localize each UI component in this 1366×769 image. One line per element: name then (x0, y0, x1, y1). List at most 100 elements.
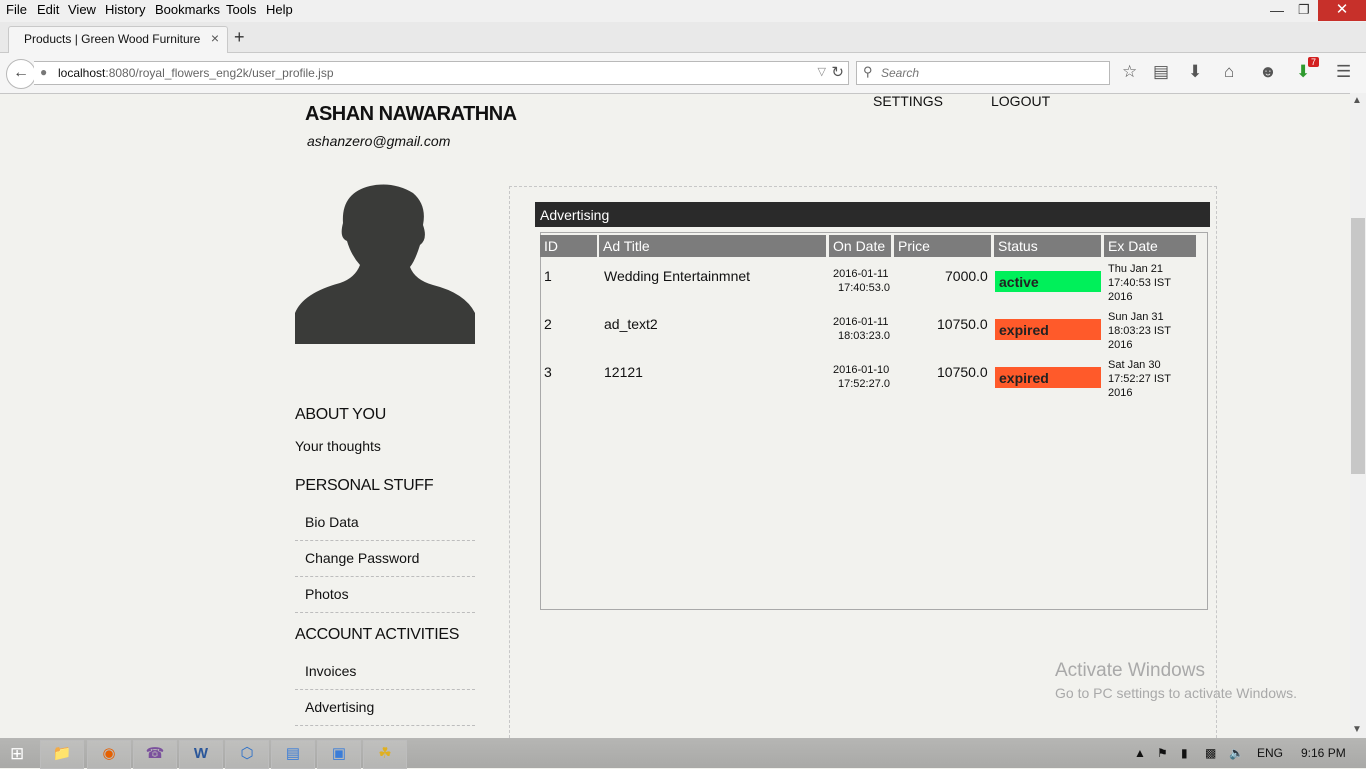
sidebar-item-change-password[interactable]: Change Password (295, 541, 475, 577)
menu-tools[interactable]: Tools (226, 2, 256, 17)
paint-icon[interactable]: ☘ (363, 740, 407, 769)
new-tab-icon[interactable]: + (234, 27, 245, 48)
search-box: ⚲ (856, 61, 1110, 85)
row-title[interactable]: 12121 (604, 364, 643, 380)
row-ex-day: Sun Jan 31 (1108, 311, 1164, 323)
col-status[interactable]: Status (994, 235, 1101, 257)
menu-history[interactable]: History (105, 2, 145, 17)
settings-link[interactable]: SETTINGS (873, 93, 943, 109)
menu-view[interactable]: View (68, 2, 96, 17)
menu-bookmarks[interactable]: Bookmarks (155, 2, 220, 17)
reading-list-icon[interactable]: ▤ (1153, 62, 1169, 82)
row-price: 10750.0 (937, 316, 988, 332)
menu-bar: File Edit View History Bookmarks Tools H… (0, 0, 1366, 22)
advertising-header: Advertising (535, 202, 1210, 227)
status-badge: expired (995, 367, 1101, 388)
row-price: 10750.0 (937, 364, 988, 380)
tray-expand-icon[interactable]: ▲ (1134, 746, 1146, 760)
hamburger-menu-icon[interactable]: ☰ (1336, 62, 1351, 82)
account-activities-heading: ACCOUNT ACTIVITIES (295, 626, 460, 643)
row-id: 2 (544, 316, 552, 332)
remote-desktop-icon[interactable]: ▣ (317, 740, 361, 769)
about-you-heading: ABOUT YOU (295, 406, 386, 423)
photo-viewer-icon[interactable]: ▤ (271, 740, 315, 769)
row-ex-year: 2016 (1108, 291, 1133, 303)
row-on-time: 17:40:53.0 (838, 282, 890, 294)
battery-icon[interactable]: ▮ (1181, 746, 1188, 760)
bookmark-star-icon[interactable]: ☆ (1122, 62, 1137, 82)
col-price[interactable]: Price (894, 235, 991, 257)
row-on-date: 2016-01-10 (833, 364, 890, 376)
row-ex-day: Sat Jan 30 (1108, 359, 1161, 371)
windows-start-icon[interactable]: ⊞ (10, 744, 24, 764)
col-ad-title[interactable]: Ad Title (599, 235, 826, 257)
sidebar-item-advertising[interactable]: Advertising (295, 690, 475, 726)
row-on-date: 2016-01-11 (833, 316, 889, 328)
sidebar-item-bio-data[interactable]: Bio Data (295, 505, 475, 541)
restore-icon[interactable]: ❐ (1298, 2, 1310, 18)
tab-title: Products | Green Wood Furniture (24, 32, 201, 46)
status-badge: expired (995, 319, 1101, 340)
home-icon[interactable]: ⌂ (1224, 62, 1234, 82)
minimize-icon[interactable]: — (1270, 2, 1284, 18)
download-icon[interactable]: ⬇ (1188, 62, 1202, 82)
network-signal-icon[interactable]: ▩ (1205, 746, 1216, 760)
user-name: ASHAN NAWARATHNA (305, 103, 517, 125)
chat-icon[interactable]: ☻ (1259, 62, 1277, 82)
tab-close-icon[interactable]: × (211, 30, 219, 46)
action-center-flag-icon[interactable]: ⚑ (1157, 746, 1168, 760)
menu-help[interactable]: Help (266, 2, 293, 17)
notification-badge: 7 (1308, 57, 1320, 67)
col-ex-date[interactable]: Ex Date (1104, 235, 1196, 257)
word-icon[interactable]: W (179, 740, 223, 769)
activate-windows-watermark: Activate Windows (1055, 660, 1205, 681)
row-ex-time: 17:40:53 IST (1108, 277, 1171, 289)
row-on-time: 18:03:23.0 (838, 330, 890, 342)
browser-tab[interactable]: Products | Green Wood Furniture × (8, 26, 228, 53)
row-price: 7000.0 (945, 268, 988, 284)
row-ex-time: 17:52:27 IST (1108, 373, 1171, 385)
viber-icon[interactable]: ☎ (133, 740, 177, 769)
row-on-time: 17:52:27.0 (838, 378, 890, 390)
row-id: 1 (544, 268, 552, 284)
file-explorer-icon[interactable]: 📁 (40, 740, 84, 769)
col-on-date[interactable]: On Date (829, 235, 891, 257)
row-ex-time: 18:03:23 IST (1108, 325, 1171, 337)
volume-icon[interactable]: 🔈 (1229, 746, 1244, 760)
scrollbar-thumb[interactable] (1351, 218, 1365, 474)
row-ex-year: 2016 (1108, 339, 1133, 351)
personal-stuff-heading: PERSONAL STUFF (295, 477, 434, 494)
menu-edit[interactable]: Edit (37, 2, 59, 17)
sidebar-item-invoices[interactable]: Invoices (295, 654, 475, 690)
your-thoughts-link[interactable]: Your thoughts (295, 438, 381, 454)
firefox-icon[interactable]: ◉ (87, 740, 131, 769)
status-badge: active (995, 271, 1101, 292)
url-bar[interactable]: ● localhost:8080/royal_flowers_eng2k/use… (34, 61, 849, 85)
virtualbox-icon[interactable]: ⬡ (225, 740, 269, 769)
row-id: 3 (544, 364, 552, 380)
scroll-down-icon[interactable]: ▼ (1352, 724, 1362, 735)
avatar-silhouette-icon (295, 184, 475, 344)
back-arrow-icon[interactable]: ← (6, 59, 36, 89)
menu-file[interactable]: File (6, 2, 27, 17)
row-on-date: 2016-01-11 (833, 268, 889, 280)
col-id[interactable]: ID (540, 235, 597, 257)
user-email: ashanzero@gmail.com (307, 133, 451, 149)
reload-icon[interactable]: ↻ (831, 63, 844, 81)
language-indicator[interactable]: ENG (1257, 746, 1283, 760)
row-title[interactable]: ad_text2 (604, 316, 658, 332)
row-title[interactable]: Wedding Entertainmnet (604, 268, 750, 284)
search-icon: ⚲ (863, 64, 873, 79)
sidebar-item-photos[interactable]: Photos (295, 577, 475, 613)
globe-icon: ● (40, 65, 48, 79)
scroll-up-icon[interactable]: ▲ (1352, 95, 1362, 106)
search-input[interactable] (879, 65, 1103, 81)
url-dropdown-icon[interactable]: ▽ (818, 65, 826, 78)
row-ex-year: 2016 (1108, 387, 1133, 399)
close-window-icon[interactable]: ✕ (1318, 0, 1366, 21)
logout-link[interactable]: LOGOUT (991, 93, 1050, 109)
clock[interactable]: 9:16 PM (1301, 746, 1346, 760)
row-ex-day: Thu Jan 21 (1108, 263, 1164, 275)
activate-windows-subtext: Go to PC settings to activate Windows. (1055, 685, 1297, 701)
url-text: localhost:8080/royal_flowers_eng2k/user_… (58, 66, 334, 80)
